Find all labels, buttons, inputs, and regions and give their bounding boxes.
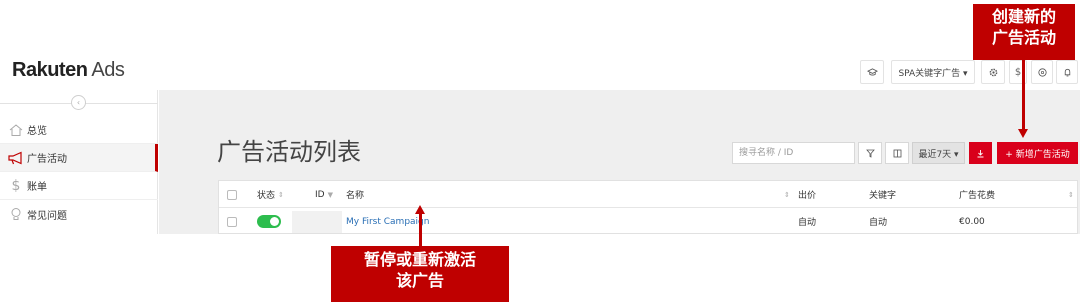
sidebar-item-label: 常见问题 bbox=[27, 210, 67, 222]
column-label: 名称 bbox=[346, 191, 365, 201]
sort-icon: ⇕ bbox=[784, 190, 790, 199]
sidebar-item-overview[interactable]: 总览 bbox=[0, 116, 158, 144]
sidebar: ‹ 总览 广告活动 $ 账单 常见问题 bbox=[0, 90, 158, 234]
top-header: Rakuten Ads SPA关键字广告 ▾ $ bbox=[0, 52, 1080, 90]
help-icon[interactable] bbox=[1031, 60, 1053, 84]
spend-column-header[interactable]: 广告花费 bbox=[959, 181, 995, 208]
page: Rakuten Ads SPA关键字广告 ▾ $ ‹ 总览 广告活动 $ 账单 … bbox=[0, 0, 1080, 306]
rakuten-ads-logo[interactable]: Rakuten Ads bbox=[12, 59, 125, 82]
status-toggle[interactable] bbox=[257, 208, 281, 235]
toggle-campaign-callout: 暂停或重新激活 该广告 bbox=[331, 246, 509, 302]
logo-suffix: Ads bbox=[91, 59, 125, 81]
search-input[interactable] bbox=[732, 142, 855, 164]
date-range-dropdown[interactable]: 最近7天 ▾ bbox=[912, 142, 965, 164]
dollar-icon: $ bbox=[11, 177, 21, 194]
sidebar-item-faq[interactable]: 常见问题 bbox=[0, 200, 158, 228]
keyword-column-header[interactable]: 关键字 bbox=[869, 181, 896, 208]
table-header: 状态 ⇕ ID ▼ 名称 ⇕ 出价 关键字 广告花费 ⇕ bbox=[219, 181, 1077, 208]
chevron-left-icon[interactable]: ‹ bbox=[71, 95, 86, 110]
arrow-down-icon bbox=[1018, 129, 1028, 138]
graduation-cap-icon[interactable] bbox=[860, 60, 884, 84]
megaphone-icon bbox=[6, 151, 26, 165]
callout-arrow-shaft bbox=[1022, 60, 1025, 130]
sort-icon: ⇕ bbox=[278, 190, 284, 199]
lightbulb-icon bbox=[6, 207, 26, 222]
create-campaign-callout: 创建新的 广告活动 bbox=[973, 4, 1075, 60]
download-icon[interactable] bbox=[969, 142, 992, 164]
bid-cell: 自动 bbox=[798, 218, 817, 228]
filter-icon[interactable] bbox=[858, 142, 882, 164]
redacted-id bbox=[292, 210, 342, 233]
sort-icon: ⇕ bbox=[1068, 190, 1074, 199]
sidebar-item-label: 总览 bbox=[27, 126, 47, 137]
bell-icon[interactable] bbox=[1056, 60, 1078, 84]
account-dropdown[interactable]: SPA关键字广告 ▾ bbox=[891, 60, 975, 84]
sidebar-item-label: 账单 bbox=[27, 182, 47, 193]
campaign-id bbox=[292, 208, 342, 235]
page-title: 广告活动列表 bbox=[217, 138, 361, 166]
callout-line: 暂停或重新激活 bbox=[363, 250, 476, 269]
new-campaign-button[interactable]: + 新增广告活动 bbox=[997, 142, 1078, 164]
callout-line: 创建新的 bbox=[991, 7, 1056, 26]
campaign-table: 状态 ⇕ ID ▼ 名称 ⇕ 出价 关键字 广告花费 ⇕ My First Ca… bbox=[218, 180, 1078, 234]
name-column-header[interactable]: 名称 bbox=[346, 181, 364, 208]
column-label: ID bbox=[315, 189, 325, 200]
column-label: 关键字 bbox=[869, 191, 897, 201]
column-label: 状态 bbox=[257, 191, 276, 201]
gear-icon[interactable] bbox=[981, 60, 1005, 84]
status-column-header[interactable]: 状态 ⇕ bbox=[257, 181, 284, 208]
callout-line: 该广告 bbox=[395, 270, 444, 290]
select-all-checkbox[interactable] bbox=[227, 181, 237, 208]
callout-line: 广告活动 bbox=[991, 27, 1056, 47]
sidebar-item-billing[interactable]: $ 账单 bbox=[0, 172, 158, 200]
home-icon bbox=[6, 123, 26, 137]
spend-cell: €0.00 bbox=[959, 216, 985, 227]
keyword-cell: 自动 bbox=[869, 218, 888, 228]
table-row: My First Campaign 自动 自动 €0.00 bbox=[219, 208, 1077, 235]
columns-icon[interactable] bbox=[885, 142, 909, 164]
logo-brand: Rakuten bbox=[12, 59, 88, 81]
sidebar-item-campaigns[interactable]: 广告活动 bbox=[0, 144, 158, 172]
id-column-header[interactable]: ID ▼ bbox=[315, 181, 333, 208]
column-label: 出价 bbox=[798, 191, 817, 201]
spend-sort-toggle[interactable]: ⇕ bbox=[1065, 181, 1074, 208]
column-label: 广告花费 bbox=[959, 191, 996, 201]
row-checkbox[interactable] bbox=[227, 208, 237, 235]
bid-column-header[interactable]: 出价 bbox=[798, 181, 816, 208]
callout-arrow-shaft bbox=[419, 213, 422, 246]
sidebar-collapse[interactable]: ‹ bbox=[0, 93, 158, 110]
campaign-name: My First Campaign bbox=[346, 216, 430, 227]
sidebar-item-label: 广告活动 bbox=[27, 154, 67, 165]
sort-desc-icon: ▼ bbox=[327, 190, 333, 199]
main-content: 广告活动列表 最近7天 ▾ + 新增广告活动 状态⇕ ID▼ 名 bbox=[159, 90, 1080, 234]
name-sort-toggle[interactable]: ⇕ bbox=[781, 181, 790, 208]
